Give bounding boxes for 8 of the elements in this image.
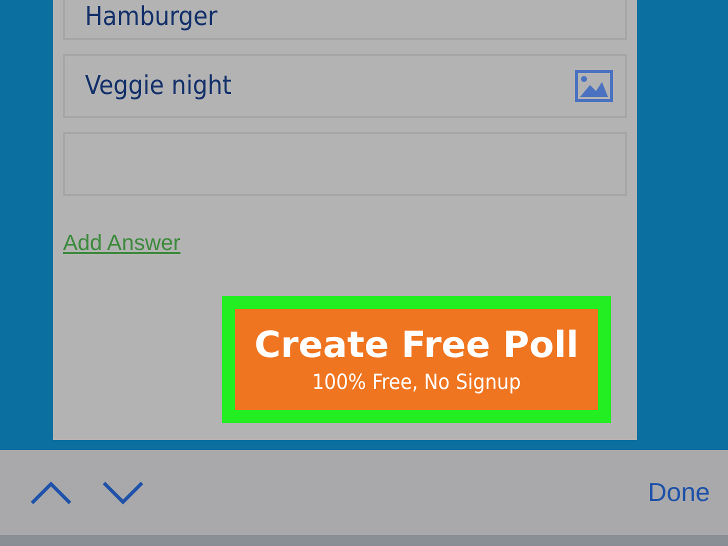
- answer-field[interactable]: Veggie night: [63, 54, 627, 118]
- image-icon[interactable]: [575, 70, 613, 102]
- add-answer-link[interactable]: Add Answer: [63, 230, 180, 256]
- chevron-up-icon[interactable]: [30, 480, 72, 504]
- chevron-down-icon[interactable]: [102, 480, 144, 504]
- answer-field[interactable]: Hamburger: [63, 0, 627, 40]
- create-poll-button[interactable]: Create Free Poll 100% Free, No Signup: [222, 296, 611, 423]
- done-button[interactable]: Done: [648, 477, 710, 508]
